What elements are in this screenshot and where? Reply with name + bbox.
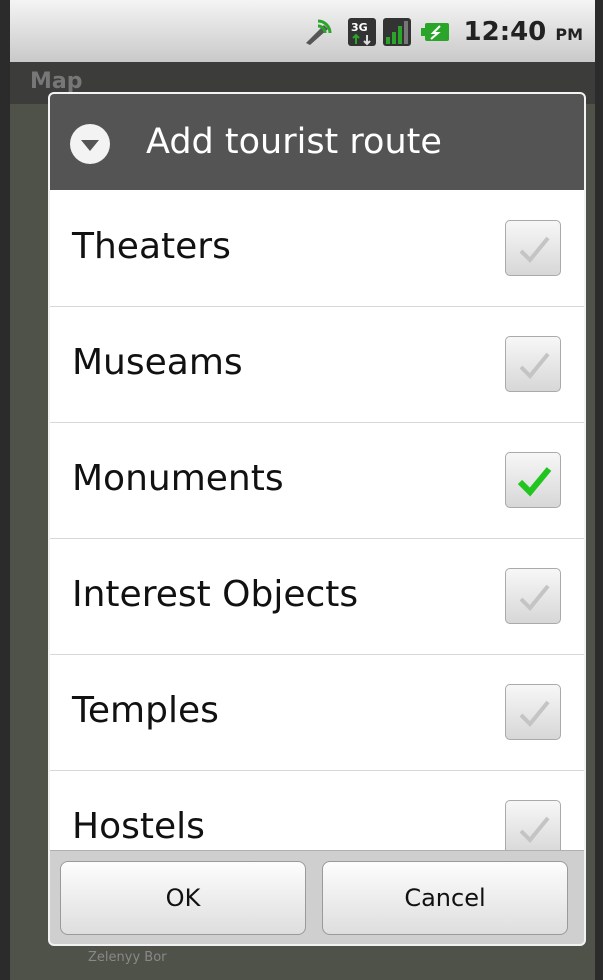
temples-checkbox[interactable] (505, 684, 561, 740)
device-frame-left (0, 0, 10, 980)
dialog-button-bar: OK Cancel (50, 850, 584, 944)
list-item-theaters[interactable]: Theaters (50, 190, 584, 307)
list-item-label: Temples (72, 690, 219, 731)
interest-objects-checkbox[interactable] (505, 568, 561, 624)
map-label: Zelenyy Bor (88, 950, 167, 965)
list-item-label: Monuments (72, 458, 284, 499)
monuments-checkbox[interactable] (505, 452, 561, 508)
app-title: Map (30, 69, 83, 94)
theaters-checkbox[interactable] (505, 220, 561, 276)
cell-signal-icon (382, 17, 412, 51)
cancel-button[interactable]: Cancel (322, 861, 568, 935)
list-item-label: Interest Objects (72, 574, 359, 615)
list-item-temples[interactable]: Temples (50, 654, 584, 771)
list-item-hostels[interactable]: Hostels (50, 770, 584, 850)
status-bar: 3G 12:40 PM (10, 0, 595, 63)
ok-button[interactable]: OK (60, 861, 306, 935)
list-item-label: Hostels (72, 806, 205, 847)
device-frame-right (595, 0, 603, 980)
list-item-monuments[interactable]: Monuments (50, 422, 584, 539)
museams-checkbox[interactable] (505, 336, 561, 392)
list-item-label: Museams (72, 342, 243, 383)
status-time: 12:40 PM (463, 17, 583, 47)
list-item-interest-objects[interactable]: Interest Objects (50, 538, 584, 655)
route-options-list[interactable]: Theaters Museams Monuments Interest Obje… (50, 190, 584, 850)
chevron-down-circle-icon (70, 124, 110, 164)
list-item-label: Theaters (72, 226, 231, 267)
add-tourist-route-dialog: Add tourist route Theaters Museams Monum… (48, 92, 586, 946)
list-item-museams[interactable]: Museams (50, 306, 584, 423)
svg-text:3G: 3G (351, 21, 368, 34)
dialog-header: Add tourist route (50, 94, 584, 190)
battery-charging-icon (420, 17, 450, 51)
dialog-title: Add tourist route (146, 122, 442, 162)
3g-network-icon: 3G (347, 17, 377, 51)
hostels-checkbox[interactable] (505, 800, 561, 850)
signal-waves-icon (302, 17, 332, 51)
